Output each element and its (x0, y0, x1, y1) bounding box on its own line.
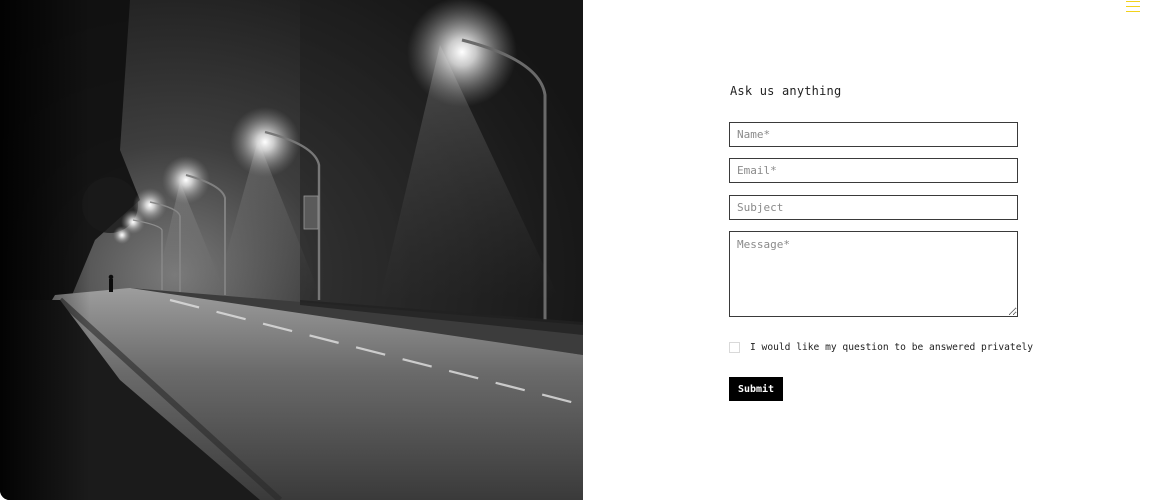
privacy-option: I would like my question to be answered … (729, 340, 1033, 354)
menu-line (1126, 11, 1140, 12)
subject-field[interactable] (729, 195, 1018, 220)
hero-photo (0, 0, 583, 500)
hamburger-menu-icon[interactable] (1126, 0, 1140, 12)
privacy-checkbox[interactable] (729, 341, 740, 353)
contact-page: Ask us anything I would like my question… (0, 0, 1165, 500)
message-field[interactable] (729, 231, 1018, 317)
submit-button[interactable]: Submit (729, 377, 783, 401)
privacy-checkbox-label[interactable]: I would like my question to be answered … (750, 342, 1033, 353)
form-title: Ask us anything (730, 84, 842, 98)
name-field[interactable] (729, 122, 1018, 147)
menu-line (1126, 6, 1140, 7)
email-field[interactable] (729, 158, 1018, 183)
menu-line (1126, 1, 1140, 2)
